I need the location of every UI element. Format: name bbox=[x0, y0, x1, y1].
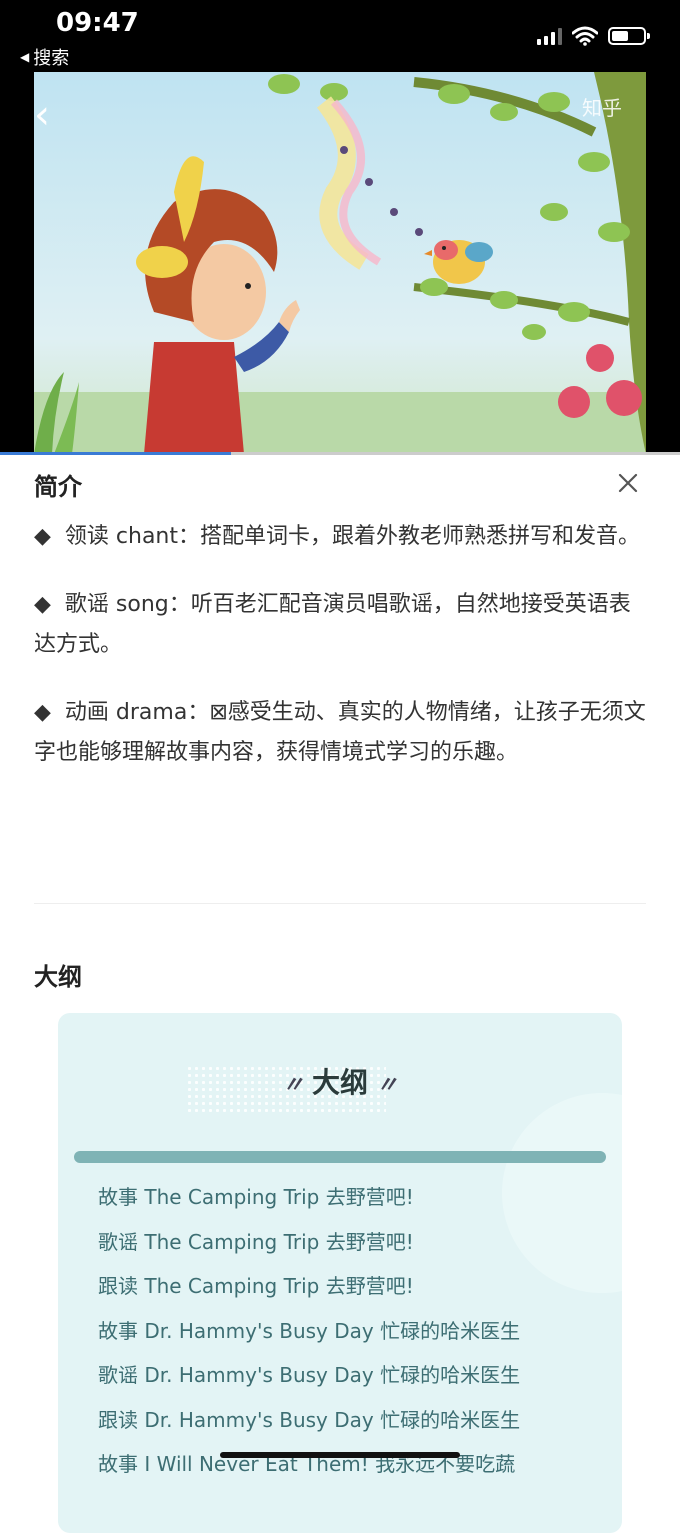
close-icon[interactable] bbox=[616, 471, 640, 495]
battery-icon bbox=[608, 27, 650, 45]
intro-paragraph: ◆ 歌谣 song：听百老汇配音演员唱歌谣，自然地接受英语表达方式。 bbox=[34, 592, 631, 657]
cellular-signal-icon bbox=[537, 27, 562, 45]
outline-item[interactable]: 故事 Dr. Hammy's Busy Day 忙碌的哈米医生 bbox=[98, 1309, 520, 1354]
outline-item[interactable]: 故事 The Camping Trip 去野营吧! bbox=[98, 1175, 520, 1220]
outline-card-title: 〃大纲〃 bbox=[281, 1066, 399, 1099]
back-to-app-link[interactable]: ◀ 搜索 bbox=[20, 44, 69, 70]
outline-item[interactable]: 歌谣 Dr. Hammy's Busy Day 忙碌的哈米医生 bbox=[98, 1353, 520, 1398]
intro-paragraph: ◆ 领读 chant：搭配单词卡，跟着外教老师熟悉拼写和发音。 bbox=[34, 524, 641, 549]
intro-sheet: 简介 ◆ 领读 chant：搭配单词卡，跟着外教老师熟悉拼写和发音。 ◆ 歌谣 so… bbox=[0, 455, 680, 1533]
back-triangle-icon: ◀ bbox=[20, 50, 30, 64]
outline-list: 故事 The Camping Trip 去野营吧! 歌谣 The Camping… bbox=[98, 1175, 520, 1487]
bullet-diamond: ◆ bbox=[34, 700, 51, 725]
video-frame-illustration bbox=[34, 72, 646, 454]
status-bar: 09:47 ◀ 搜索 bbox=[0, 0, 680, 72]
intro-paragraph: ◆ 动画 drama：⊠感受生动、真实的人物情绪，让孩子无须文字也能够理解故事内容… bbox=[34, 700, 646, 765]
outline-item[interactable]: 跟读 The Camping Trip 去野营吧! bbox=[98, 1264, 520, 1309]
outline-item[interactable]: 跟读 Dr. Hammy's Busy Day 忙碌的哈米医生 bbox=[98, 1398, 520, 1443]
video-watermark: 知乎 bbox=[582, 96, 622, 120]
back-app-label: 搜索 bbox=[33, 48, 70, 69]
intro-title: 简介 bbox=[34, 473, 82, 501]
divider bbox=[34, 903, 646, 904]
quote-mark-icon: 〃 bbox=[281, 1073, 304, 1098]
wifi-icon bbox=[572, 26, 598, 46]
intro-text: ◆ 领读 chant：搭配单词卡，跟着外教老师熟悉拼写和发音。 ◆ 歌谣 song：… bbox=[34, 517, 650, 801]
video-player[interactable]: ‹ 知乎 bbox=[0, 72, 680, 454]
bullet-diamond: ◆ bbox=[34, 592, 51, 617]
bullet-diamond: ◆ bbox=[34, 524, 51, 549]
chevron-left-icon[interactable]: ‹ bbox=[34, 92, 50, 138]
home-indicator bbox=[220, 1452, 460, 1458]
outline-card-bar bbox=[74, 1151, 606, 1163]
outline-item[interactable]: 歌谣 The Camping Trip 去野营吧! bbox=[98, 1220, 520, 1265]
status-time: 09:47 bbox=[56, 8, 139, 38]
outline-heading: 大纲 bbox=[34, 963, 82, 991]
status-icons bbox=[537, 26, 650, 46]
outline-item[interactable]: 故事 I Will Never Eat Them! 我永远不要吃蔬 bbox=[98, 1442, 520, 1487]
quote-mark-icon: 〃 bbox=[376, 1073, 399, 1098]
